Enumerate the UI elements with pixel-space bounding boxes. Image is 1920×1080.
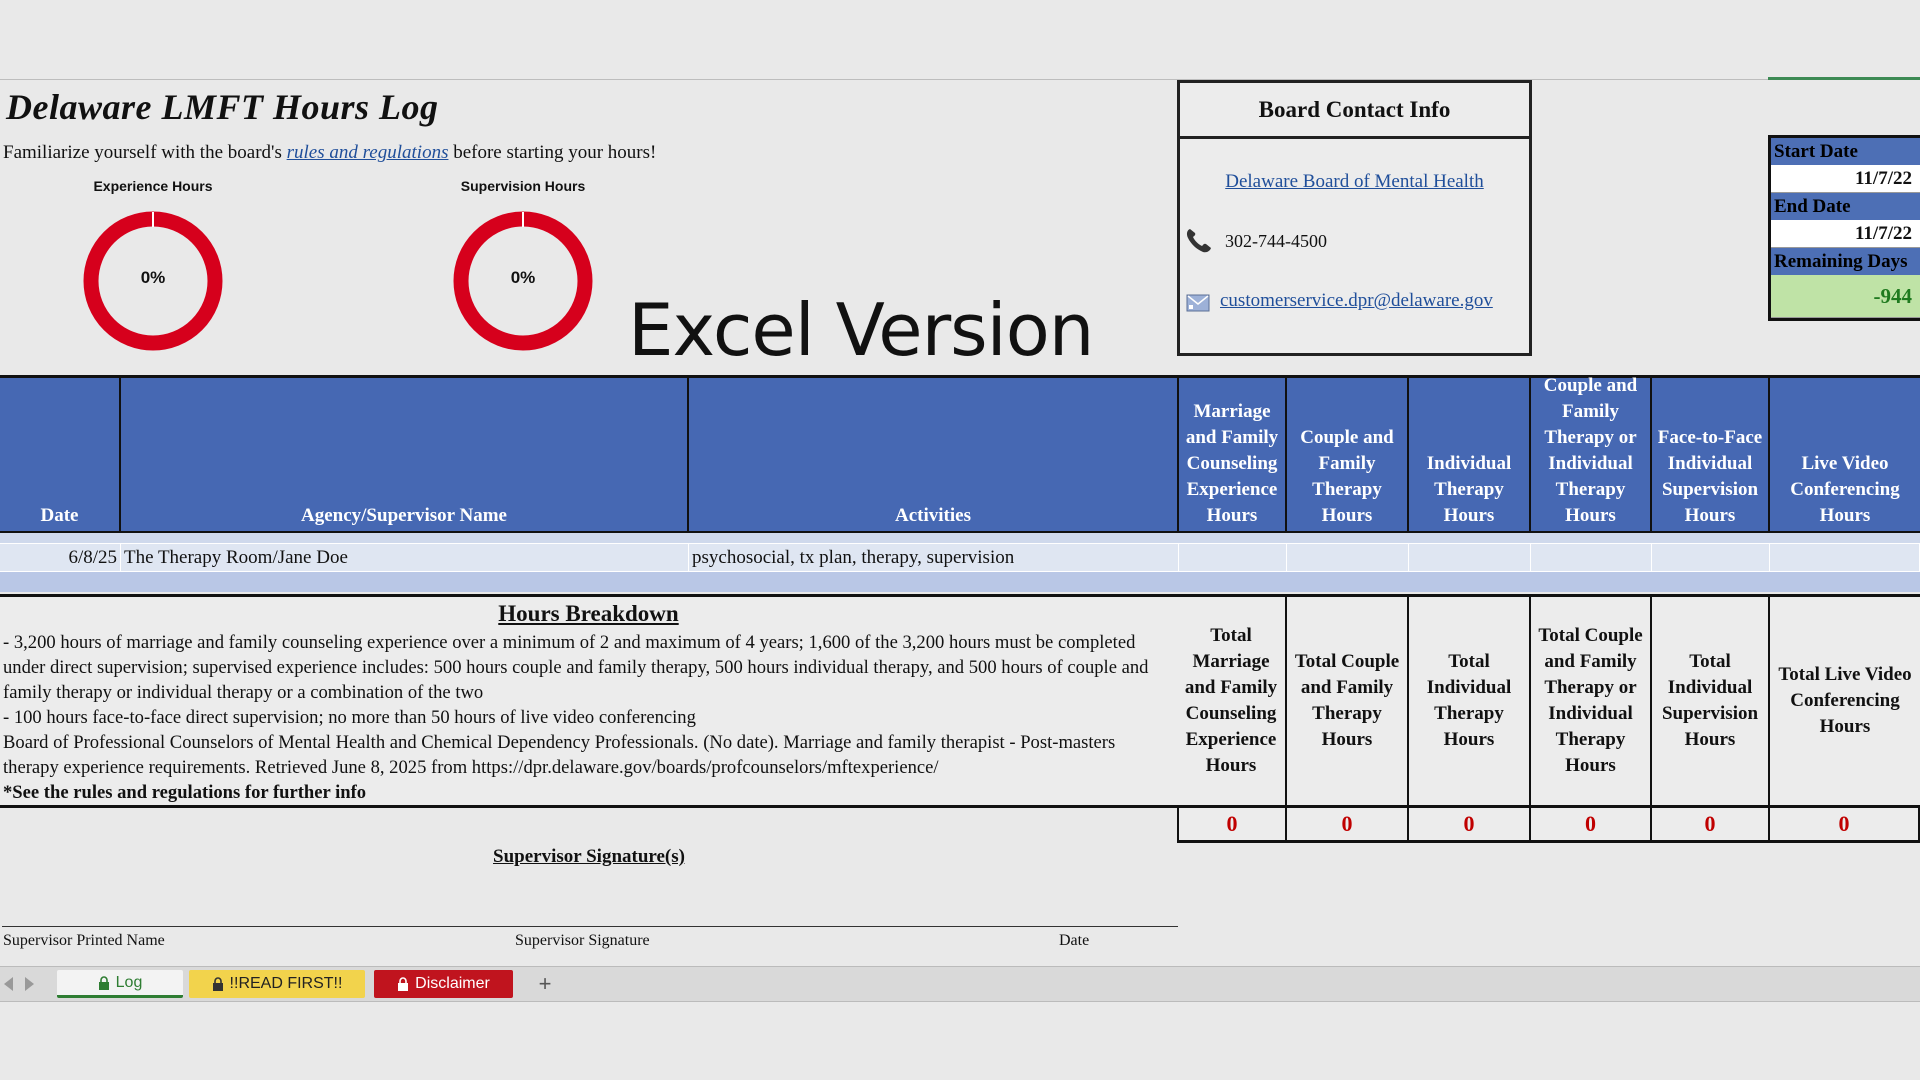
total-cfit-value[interactable]: 0: [1531, 808, 1652, 840]
header-it-hours[interactable]: Individual Therapy Hours: [1409, 378, 1531, 531]
table-header: Date Agency/Supervisor Name Activities M…: [0, 375, 1920, 533]
supervision-hours-percent: 0%: [510, 268, 536, 287]
rules-link[interactable]: rules and regulations: [287, 142, 449, 163]
board-email-link[interactable]: customerservice.dpr@delaware.gov: [1220, 290, 1493, 312]
board-contact-box: Board Contact Info Delaware Board of Men…: [1177, 80, 1532, 356]
cell-agency[interactable]: The Therapy Room/Jane Doe: [121, 544, 689, 571]
total-cft-value[interactable]: 0: [1287, 808, 1409, 840]
supervisor-printed-name-label: Supervisor Printed Name: [3, 932, 165, 949]
hours-breakdown: Hours Breakdown - 3,200 hours of marriag…: [0, 594, 1179, 808]
excel-version-overlay: Excel Version: [628, 288, 1094, 372]
table-row[interactable]: 6/8/25 The Therapy Room/Jane Doe psychos…: [0, 543, 1920, 572]
phone-icon: [1186, 229, 1211, 253]
header-ftf-hours[interactable]: Face-to-Face Individual Supervision Hour…: [1652, 378, 1770, 531]
cell-cft-hours[interactable]: [1287, 544, 1409, 571]
start-date-label: Start Date: [1771, 138, 1920, 165]
total-it-label: Total Individual Therapy Hours: [1409, 597, 1531, 805]
add-sheet-button[interactable]: +: [531, 970, 559, 998]
hours-breakdown-body: - 3,200 hours of marriage and family cou…: [3, 630, 1174, 780]
cell-cfit-hours[interactable]: [1531, 544, 1652, 571]
lock-icon: [212, 977, 223, 991]
total-it-value[interactable]: 0: [1409, 808, 1531, 840]
board-website-link[interactable]: Delaware Board of Mental Health: [1180, 171, 1529, 193]
cell-lvc-hours[interactable]: [1770, 544, 1920, 571]
table-row[interactable]: [0, 572, 1920, 592]
tab-disclaimer[interactable]: Disclaimer: [374, 970, 513, 998]
board-contact-title: Board Contact Info: [1180, 83, 1529, 139]
top-divider: [0, 79, 1920, 80]
total-cfit-label: Total Couple and Family Therapy or Indiv…: [1531, 597, 1652, 805]
total-mfc-label: Total Marriage and Family Counseling Exp…: [1177, 597, 1287, 805]
totals-values: 0 0 0 0 0 0: [1177, 808, 1920, 843]
next-sheet-icon[interactable]: [25, 977, 34, 991]
header-cfit-hours[interactable]: Couple and Family Therapy or Individual …: [1531, 375, 1652, 531]
supervision-hours-title: Supervision Hours: [460, 178, 586, 194]
cell-mfc-hours[interactable]: [1179, 544, 1287, 571]
lock-icon: [98, 975, 109, 990]
date-summary-box: Start Date 11/7/22 End Date 11/7/22 Rema…: [1768, 135, 1920, 321]
signature-line: [2, 926, 1178, 927]
start-date-value[interactable]: 11/7/22: [1771, 165, 1920, 193]
previous-sheet-icon[interactable]: [4, 977, 13, 991]
tab-read-first-label: !!READ FIRST!!: [229, 975, 343, 992]
page-title: Delaware LMFT Hours Log: [6, 87, 439, 127]
total-lvc-value[interactable]: 0: [1770, 808, 1920, 840]
cell-date[interactable]: 6/8/25: [0, 544, 121, 571]
total-cft-label: Total Couple and Family Therapy Hours: [1287, 597, 1409, 805]
tab-log-label: Log: [115, 973, 143, 991]
tab-read-first[interactable]: !!READ FIRST!!: [189, 970, 365, 998]
hours-breakdown-title: Hours Breakdown: [498, 601, 679, 626]
end-date-label: End Date: [1771, 193, 1920, 220]
breakdown-line-1: - 3,200 hours of marriage and family cou…: [3, 632, 1149, 703]
sheet-tab-bar: Log !!READ FIRST!! Disclaimer +: [0, 966, 1920, 1002]
cell-ftf-hours[interactable]: [1652, 544, 1770, 571]
cell-it-hours[interactable]: [1409, 544, 1531, 571]
board-phone: 302-744-4500: [1225, 231, 1327, 251]
experience-hours-percent: 0%: [140, 268, 166, 287]
supervisor-signature-label: Supervisor Signature: [515, 932, 650, 949]
signature-date-label: Date: [1059, 932, 1090, 949]
header-activities[interactable]: Activities: [689, 378, 1179, 531]
supervisor-signature-title: Supervisor Signature(s): [493, 846, 685, 867]
tab-log[interactable]: Log: [57, 970, 183, 998]
totals-labels: Total Marriage and Family Counseling Exp…: [1177, 594, 1920, 808]
header-date[interactable]: Date: [0, 378, 121, 531]
header-agency[interactable]: Agency/Supervisor Name: [121, 378, 689, 531]
remaining-days-label: Remaining Days: [1771, 248, 1920, 275]
remaining-days-value: -944: [1771, 275, 1920, 318]
total-mfc-value[interactable]: 0: [1177, 808, 1287, 840]
breakdown-note: *See the rules and regulations for furth…: [3, 782, 367, 803]
lock-icon: [398, 977, 409, 991]
selection-indicator: [1768, 77, 1920, 80]
total-lvc-label: Total Live Video Conferencing Hours: [1778, 664, 1912, 737]
bottom-area: [0, 1002, 1920, 1080]
breakdown-line-3: Board of Professional Counselors of Ment…: [3, 732, 1116, 778]
cell-activities[interactable]: psychosocial, tx plan, therapy, supervis…: [689, 544, 1179, 571]
end-date-value[interactable]: 11/7/22: [1771, 220, 1920, 248]
header-lvc-hours[interactable]: Live Video Conferencing Hours: [1770, 378, 1920, 531]
intro-text: Familiarize yourself with the board's ru…: [3, 142, 656, 164]
intro-before: Familiarize yourself with the board's: [3, 142, 287, 163]
intro-after: before starting your hours!: [448, 142, 657, 163]
table-row[interactable]: [0, 533, 1920, 543]
total-ftf-value[interactable]: 0: [1652, 808, 1770, 840]
total-ftf-label: Total Individual Supervision Hours: [1652, 597, 1770, 805]
header-mfc-hours[interactable]: Marriage and Family Counseling Experienc…: [1179, 378, 1287, 531]
tab-disclaimer-label: Disclaimer: [415, 975, 490, 992]
experience-hours-title: Experience Hours: [93, 178, 213, 194]
envelope-icon: [1186, 294, 1210, 312]
breakdown-line-2: - 100 hours face-to-face direct supervis…: [3, 707, 696, 728]
header-cft-hours[interactable]: Couple and Family Therapy Hours: [1287, 378, 1409, 531]
